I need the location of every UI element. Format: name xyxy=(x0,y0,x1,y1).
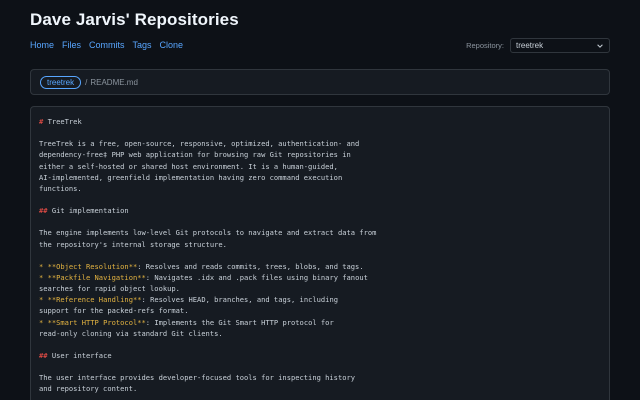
readme-text-line: functions. xyxy=(39,183,601,194)
readme-text: The user interface provides developer-fo… xyxy=(39,373,356,383)
readme-text-line: searches for rapid object lookup. xyxy=(39,283,601,294)
breadcrumb: treetrek / README.md xyxy=(30,69,610,95)
heading-marker: # xyxy=(39,117,44,126)
repository-label: Repository: xyxy=(466,41,504,50)
heading-marker: ## xyxy=(39,350,48,360)
readme-text-line: The user interface provides developer-fo… xyxy=(39,372,601,383)
list-bullet: * xyxy=(39,272,44,282)
readme-heading: ## User interface xyxy=(39,350,601,361)
repository-selector: Repository: treetrek xyxy=(466,38,610,53)
nav-tags-link[interactable]: Tags xyxy=(133,40,152,50)
page-title: Dave Jarvis' Repositories xyxy=(30,10,239,29)
readme-text-line: and repository content. xyxy=(39,383,601,394)
list-bullet: * xyxy=(39,295,44,305)
readme-blank-line xyxy=(39,250,601,261)
readme-heading: # TreeTrek xyxy=(39,116,601,127)
readme-text: functions. xyxy=(39,183,82,193)
readme-text: The engine implements low-level Git prot… xyxy=(39,228,377,238)
readme-blank-line xyxy=(39,216,601,227)
chevron-down-icon xyxy=(597,43,603,48)
readme-text: TreeTrek is a free, open-source, respons… xyxy=(39,139,360,149)
readme-text-line: The engine implements low-level Git prot… xyxy=(39,227,601,238)
readme-text-line: the repository's internal storage struct… xyxy=(39,239,601,250)
readme-text-line: AI-implemented, greenfield implementatio… xyxy=(39,172,601,183)
nav-commits-link[interactable]: Commits xyxy=(89,40,125,50)
list-item-strong: **Object Resolution** xyxy=(47,261,138,271)
readme-list-item: * **Smart HTTP Protocol**: Implements th… xyxy=(39,317,601,328)
readme-text: the repository's internal storage struct… xyxy=(39,239,227,249)
readme-text: searches for rapid object lookup. xyxy=(39,284,180,294)
nav-clone-link[interactable]: Clone xyxy=(160,40,184,50)
readme-viewer: # TreeTrek TreeTrek is a free, open-sour… xyxy=(30,106,610,400)
readme-text-line: either a self-hosted or shared host envi… xyxy=(39,161,601,172)
nav-files-link[interactable]: Files xyxy=(62,40,81,50)
list-item-strong: **Smart HTTP Protocol** xyxy=(47,317,146,327)
list-item-strong: **Reference Handling** xyxy=(47,295,142,305)
readme-text: read-only cloning via standard Git clien… xyxy=(39,328,223,338)
heading-text: TreeTrek xyxy=(47,117,82,126)
readme-text-line: dependency-free‡ PHP web application for… xyxy=(39,149,601,160)
readme-text: AI-implemented, greenfield implementatio… xyxy=(39,172,343,182)
heading-marker: ## xyxy=(39,206,48,216)
breadcrumb-repo-link[interactable]: treetrek xyxy=(40,75,82,89)
readme-list-item: * **Packfile Navigation**: Navigates .id… xyxy=(39,272,601,283)
heading-text: User interface xyxy=(51,350,112,360)
readme-text-line: TreeTrek is a free, open-source, respons… xyxy=(39,138,601,149)
list-item-text: : Navigates .idx and .pack files using b… xyxy=(145,272,368,282)
heading-text: Git implementation xyxy=(51,206,129,216)
readme-blank-line xyxy=(39,361,601,372)
readme-list-item: * **Reference Handling**: Resolves HEAD,… xyxy=(39,294,601,305)
nav-home-link[interactable]: Home xyxy=(30,40,54,50)
readme-list-item: * **Object Resolution**: Resolves and re… xyxy=(39,261,601,272)
readme-text-line: support for the packed-refs format. xyxy=(39,305,601,316)
list-item-strong: **Packfile Navigation** xyxy=(47,272,146,282)
repository-selected-value: treetrek xyxy=(516,41,544,50)
readme-blank-line xyxy=(39,127,601,138)
repository-select[interactable]: treetrek xyxy=(510,38,610,53)
readme-text: and repository content. xyxy=(39,384,138,394)
breadcrumb-separator: / xyxy=(85,77,88,87)
list-item-text: : Resolves HEAD, branches, and tags, inc… xyxy=(141,295,338,305)
list-bullet: * xyxy=(39,261,44,271)
list-item-text: : Implements the Git Smart HTTP protocol… xyxy=(145,317,334,327)
readme-text-line: read-only cloning via standard Git clien… xyxy=(39,328,601,339)
readme-heading: ## Git implementation xyxy=(39,205,601,216)
page: Dave Jarvis' Repositories Home Files Com… xyxy=(0,0,640,400)
readme-blank-line xyxy=(39,194,601,205)
breadcrumb-file: README.md xyxy=(90,77,138,87)
main-nav: Home Files Commits Tags Clone xyxy=(30,40,183,50)
list-bullet: * xyxy=(39,317,44,327)
readme-content: # TreeTrek TreeTrek is a free, open-sour… xyxy=(39,116,601,395)
readme-text: support for the packed-refs format. xyxy=(39,306,189,316)
readme-text: either a self-hosted or shared host envi… xyxy=(39,161,338,171)
list-item-text: : Resolves and reads commits, trees, blo… xyxy=(137,261,364,271)
readme-text: dependency-free‡ PHP web application for… xyxy=(39,150,351,160)
readme-blank-line xyxy=(39,339,601,350)
